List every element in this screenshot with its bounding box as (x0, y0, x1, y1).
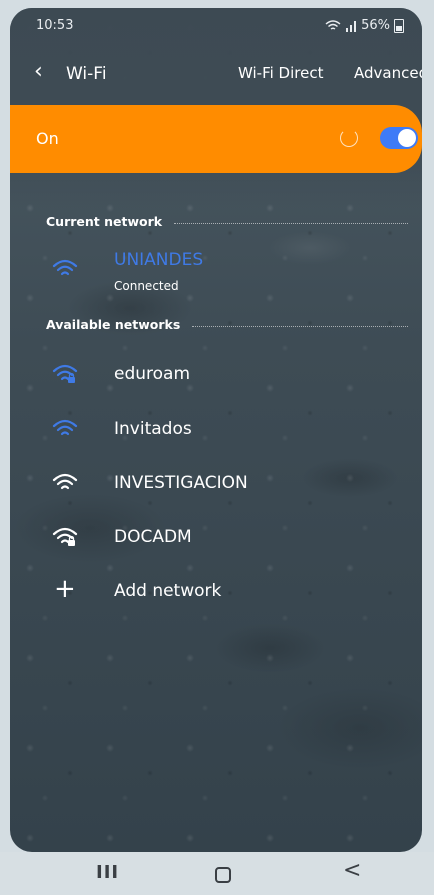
network-name: INVESTIGACION (114, 473, 248, 493)
wifi-lock-icon (52, 527, 78, 546)
phone-frame: 10:53 56% ‹ Wi-Fi Wi-Fi Direct Advanced … (0, 0, 434, 895)
wifi-icon (52, 419, 78, 436)
current-network-header: Current network (46, 212, 408, 230)
wifi-icon (52, 473, 78, 490)
available-networks-header: Available networks (46, 315, 408, 333)
page-title: Wi-Fi (66, 64, 107, 84)
app-header: ‹ Wi-Fi Wi-Fi Direct Advanced (34, 60, 422, 88)
network-row-docadm[interactable]: DOCADM (46, 516, 408, 560)
plus-icon: + (54, 574, 76, 604)
chevron-left-icon[interactable]: ‹ (34, 60, 43, 84)
advanced-button[interactable]: Advanced (354, 64, 422, 82)
available-networks-title: Available networks (46, 316, 181, 332)
status-time: 10:53 (36, 18, 74, 33)
network-row-eduroam[interactable]: eduroam (46, 353, 408, 397)
system-nav-bar: III < (0, 852, 434, 895)
network-name: DOCADM (114, 527, 192, 547)
add-network-label: Add network (114, 581, 222, 601)
network-row-invitados[interactable]: Invitados (46, 408, 408, 452)
home-icon[interactable] (215, 867, 231, 883)
signal-icon (346, 20, 357, 32)
wifi-direct-button[interactable]: Wi-Fi Direct (238, 64, 323, 82)
toggle-knob (398, 129, 416, 147)
current-network-title: Current network (46, 213, 163, 229)
wifi-lock-icon (52, 364, 78, 383)
section-divider (174, 222, 408, 224)
current-network-row[interactable]: UNIANDES Connected (46, 248, 408, 293)
wifi-state-label: On (36, 129, 59, 148)
wifi-toggle-switch[interactable] (380, 127, 418, 149)
current-network-name: UNIANDES (114, 250, 204, 270)
status-icons: 56% (325, 18, 404, 33)
section-divider (192, 325, 408, 327)
add-network-row[interactable]: + Add network (46, 570, 408, 614)
battery-icon (394, 18, 404, 33)
battery-percent: 56% (361, 18, 390, 33)
status-bar: 10:53 56% (36, 18, 404, 38)
wifi-status-icon (325, 19, 341, 30)
recent-apps-button[interactable]: III (96, 862, 119, 883)
current-network-status: Connected (114, 279, 179, 293)
wifi-toggle-bar[interactable]: On (10, 105, 422, 173)
network-name: Invitados (114, 419, 192, 439)
wifi-icon (52, 259, 78, 276)
back-button[interactable]: < (343, 858, 361, 883)
scanning-spinner-icon (340, 129, 358, 147)
network-name: eduroam (114, 364, 191, 384)
network-row-investigacion[interactable]: INVESTIGACION (46, 462, 408, 506)
